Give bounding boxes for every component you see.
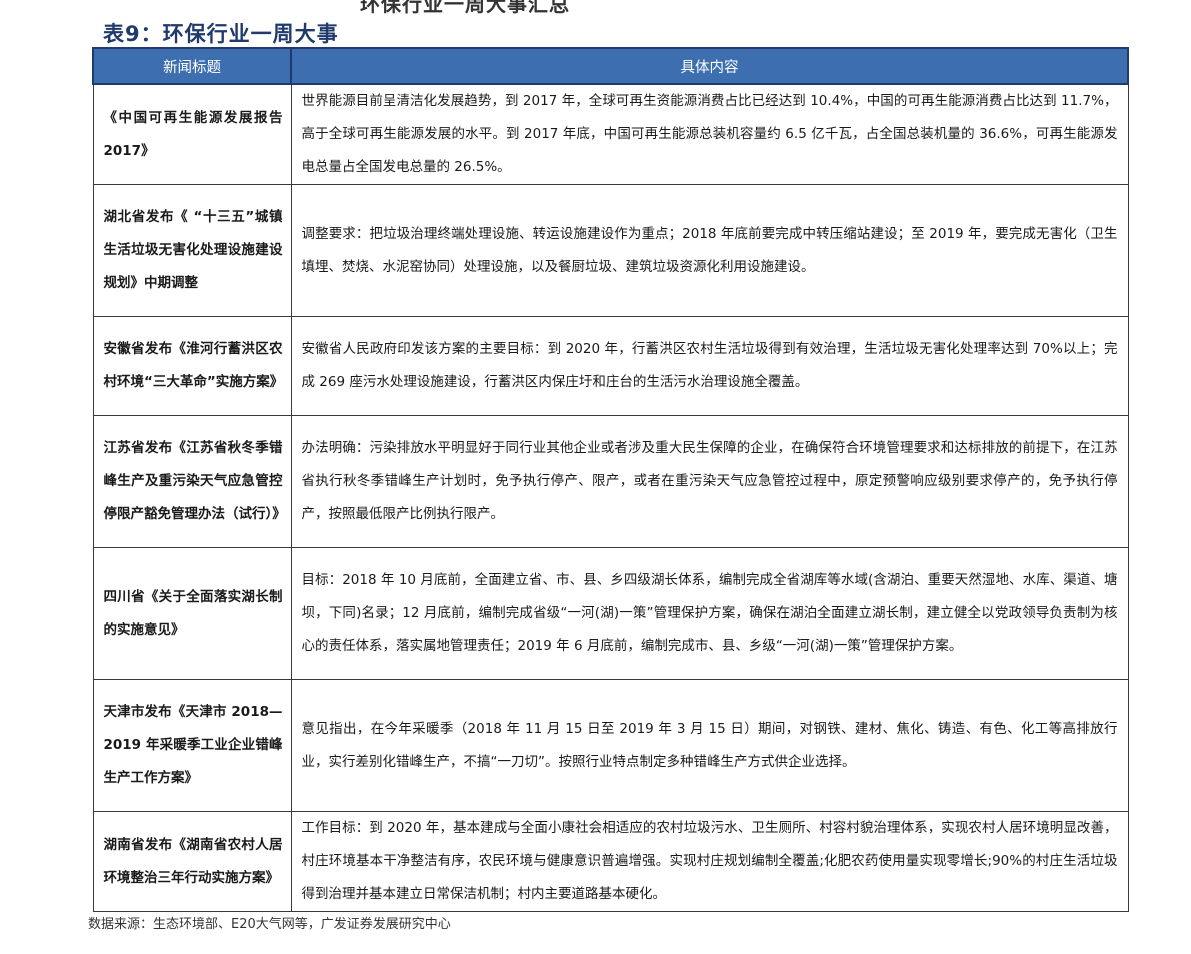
table-row: 天津市发布《天津市 2018—2019 年采暖季工业企业错峰生产工作方案》 意见…: [92, 679, 1129, 812]
news-title: 《中国可再生能源发展报告 2017》: [92, 83, 292, 185]
news-content: 世界能源目前呈清洁化发展趋势，到 2017 年，全球可再生资能源消费占比已经达到…: [290, 83, 1129, 185]
news-content: 办法明确：污染排放水平明显好于同行业其他企业或者涉及重大民生保障的企业，在确保符…: [290, 415, 1129, 548]
news-content: 目标：2018 年 10 月底前，全面建立省、市、县、乡四级湖长体系，编制完成全…: [290, 547, 1129, 680]
source-note: 数据来源：生态环境部、E20大气网等，广发证券发展研究中心: [88, 917, 451, 932]
table-header-row: 新闻标题 具体内容: [92, 47, 1129, 85]
news-title: 江苏省发布《江苏省秋冬季错峰生产及重污染天气应急管控停限产豁免管理办法（试行）》: [92, 415, 292, 548]
table-row: 湖北省发布《 “十三五”城镇生活垃圾无害化处理设施建设规划》中期调整 调整要求：…: [92, 184, 1129, 317]
news-title: 湖南省发布《湖南省农村人居环境整治三年行动实施方案》: [92, 811, 292, 912]
page-header-fragment: 环保行业一周大事汇总: [360, 0, 570, 16]
news-content: 安徽省人民政府印发该方案的主要目标：到 2020 年，行蓄洪区农村生活垃圾得到有…: [290, 316, 1129, 416]
news-content: 意见指出，在今年采暖季（2018 年 11 月 15 日至 2019 年 3 月…: [290, 679, 1129, 812]
news-title: 安徽省发布《淮河行蓄洪区农村环境“三大革命”实施方案》: [92, 316, 292, 416]
news-title: 湖北省发布《 “十三五”城镇生活垃圾无害化处理设施建设规划》中期调整: [92, 184, 292, 317]
table-row: 湖南省发布《湖南省农村人居环境整治三年行动实施方案》 工作目标：到 2020 年…: [92, 811, 1129, 912]
table-row: 江苏省发布《江苏省秋冬季错峰生产及重污染天气应急管控停限产豁免管理办法（试行）》…: [92, 415, 1129, 548]
news-table: 新闻标题 具体内容 《中国可再生能源发展报告 2017》 世界能源目前呈清洁化发…: [92, 47, 1129, 912]
news-title: 天津市发布《天津市 2018—2019 年采暖季工业企业错峰生产工作方案》: [92, 679, 292, 812]
column-header-content: 具体内容: [290, 47, 1129, 85]
table-title: 表9：环保行业一周大事: [103, 22, 339, 46]
table-row: 安徽省发布《淮河行蓄洪区农村环境“三大革命”实施方案》 安徽省人民政府印发该方案…: [92, 316, 1129, 416]
news-title: 四川省《关于全面落实湖长制的实施意见》: [92, 547, 292, 680]
news-content: 工作目标：到 2020 年，基本建成与全面小康社会相适应的农村垃圾污水、卫生厕所…: [290, 811, 1129, 912]
table-row: 《中国可再生能源发展报告 2017》 世界能源目前呈清洁化发展趋势，到 2017…: [92, 83, 1129, 185]
column-header-title: 新闻标题: [92, 47, 292, 85]
news-content: 调整要求：把垃圾治理终端处理设施、转运设施建设作为重点；2018 年底前要完成中…: [290, 184, 1129, 317]
table-row: 四川省《关于全面落实湖长制的实施意见》 目标：2018 年 10 月底前，全面建…: [92, 547, 1129, 680]
